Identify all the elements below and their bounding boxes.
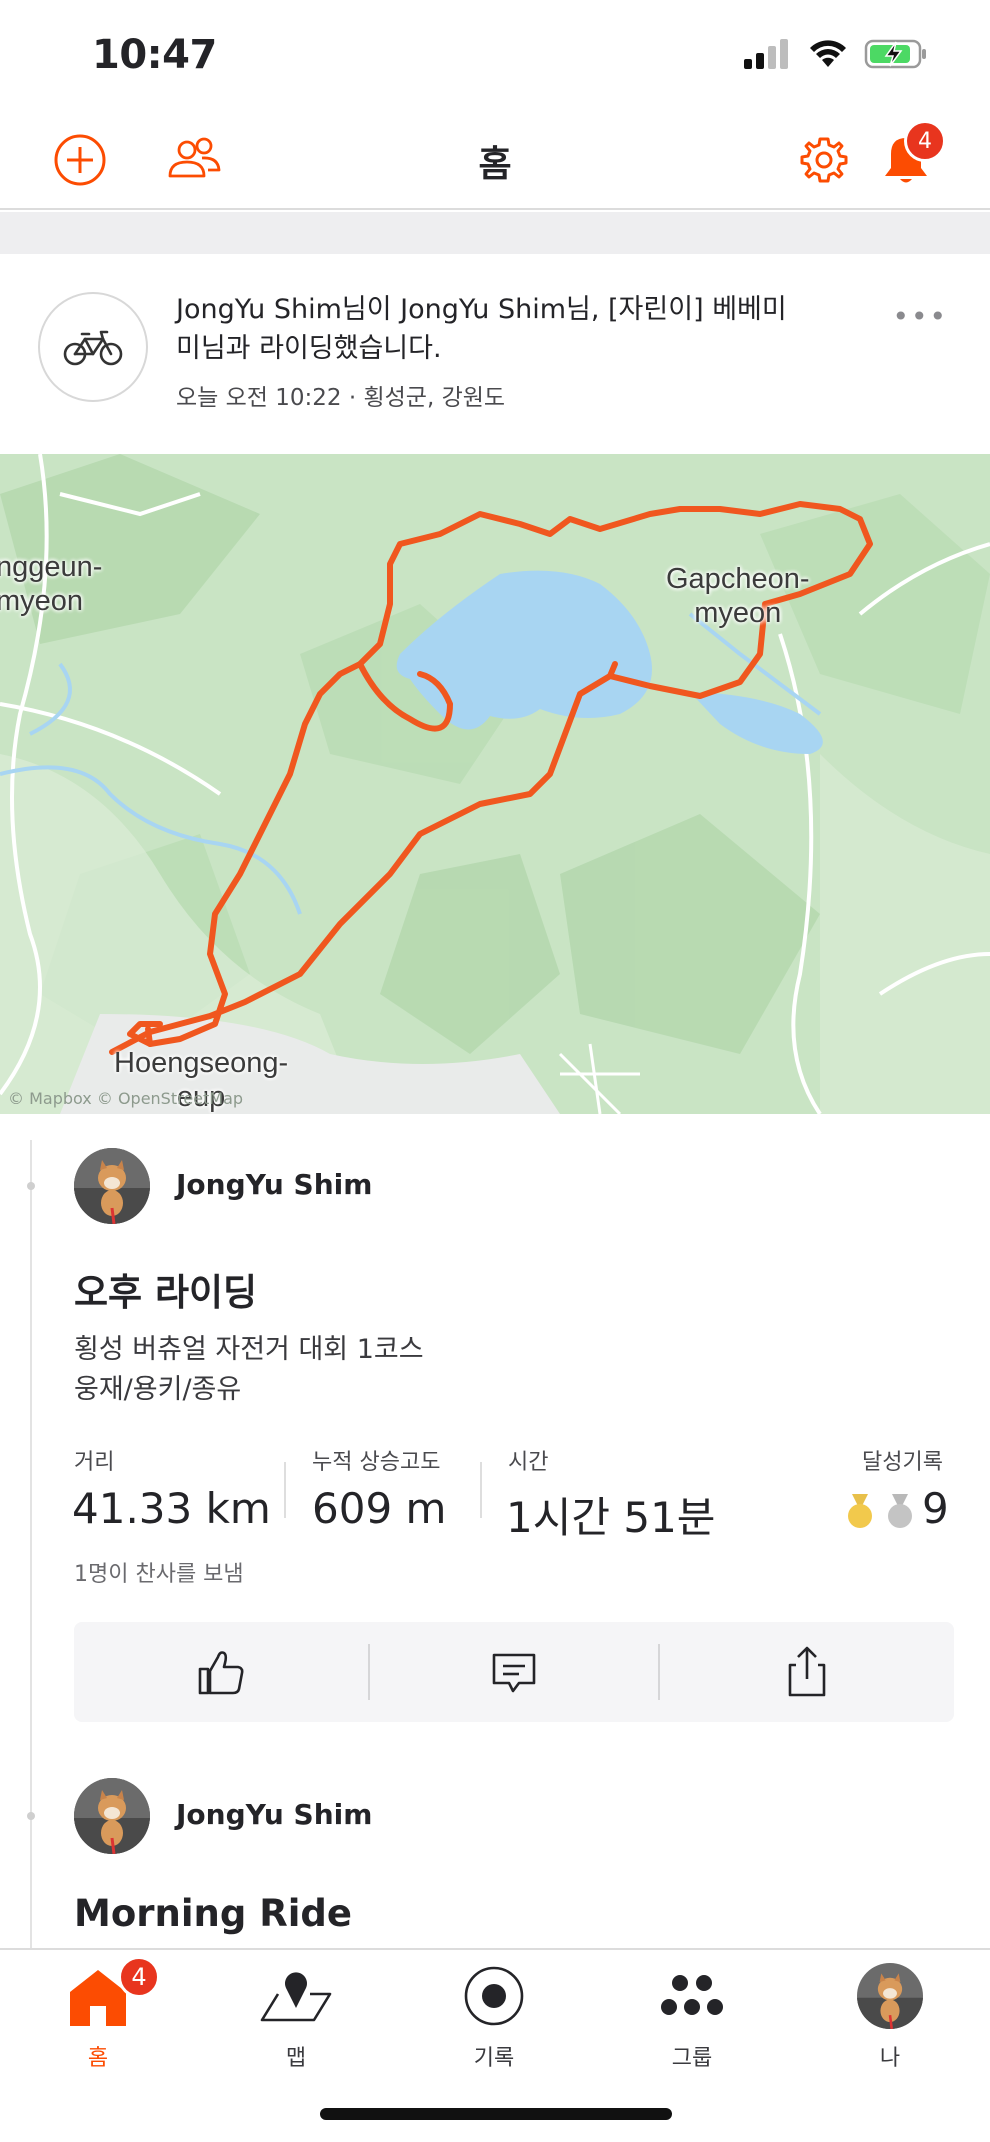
feed-separator: [0, 212, 990, 254]
elevation-value: 609 m: [312, 1484, 447, 1533]
activity-timeline: [30, 1140, 32, 1950]
achievements-label: 달성기록: [862, 1450, 943, 1475]
thumbs-up-icon: [198, 1651, 244, 1695]
notifications-button[interactable]: 4: [878, 120, 946, 188]
tab-record-icon-wrap: [463, 1956, 525, 2036]
group-activity-header[interactable]: JongYu Shim님이 JongYu Shim님, [자린이] 베베미미님과…: [0, 254, 990, 454]
activity-date-location: 오늘 오전 10:22 · 횡성군, 강원도: [176, 385, 506, 411]
kudos-button[interactable]: [74, 1622, 368, 1722]
wifi-icon: [810, 40, 846, 67]
activity-route-map[interactable]: nggeun- myeon Gapcheon- myeon Hoengseong…: [0, 454, 990, 1114]
achievement-medals: [846, 1494, 914, 1530]
status-bar: 10:47: [0, 0, 990, 110]
activity-title[interactable]: Morning Ride: [74, 1892, 352, 1935]
more-options-button[interactable]: •••: [892, 300, 948, 333]
tab-maps-label: 맵: [285, 2046, 307, 2071]
kudos-summary[interactable]: 1명이 찬사를 보냄: [74, 1556, 244, 1588]
battery-charging-icon: [864, 39, 926, 69]
activity-action-bar: [74, 1622, 954, 1722]
home-indicator[interactable]: [320, 2108, 672, 2120]
tab-you-icon-wrap: [857, 1956, 923, 2036]
group-ride-description: JongYu Shim님이 JongYu Shim님, [자린이] 베베미미님과…: [176, 294, 787, 364]
tab-maps-icon-wrap: [258, 1956, 334, 2036]
timeline-dot: [27, 1812, 35, 1820]
bottom-tab-bar: 4 홈 맵 기록 그룹 나: [0, 1948, 990, 2142]
profile-avatar-icon: [857, 1963, 923, 2029]
athlete-avatar[interactable]: [74, 1148, 150, 1224]
tab-home-icon-wrap: 4: [66, 1956, 160, 2036]
athlete-name[interactable]: JongYu Shim: [176, 1798, 372, 1831]
tab-you-label: 나: [879, 2046, 901, 2071]
share-button[interactable]: [660, 1622, 954, 1722]
tab-record[interactable]: 기록: [424, 1956, 564, 2076]
map-canvas: [0, 454, 990, 1114]
tab-maps[interactable]: 맵: [226, 1956, 366, 2076]
time-label: 시간: [508, 1450, 549, 1475]
comment-button[interactable]: [370, 1622, 658, 1722]
tab-groups[interactable]: 그룹: [622, 1956, 762, 2076]
activity-description-line1: 횡성 버츄얼 자전거 대회 1코스: [74, 1334, 424, 1365]
comment-icon: [492, 1653, 536, 1693]
distance-value: 41.33 km: [72, 1484, 271, 1533]
stat-divider: [284, 1462, 286, 1518]
tab-home[interactable]: 4 홈: [28, 1956, 168, 2076]
groups-icon: [661, 1975, 723, 2015]
activity-description: 횡성 버츄얼 자전거 대회 1코스 웅재/용키/종유: [74, 1330, 424, 1410]
activity-title[interactable]: 오후 라이딩: [74, 1262, 257, 1316]
group-ride-avatar: [38, 292, 148, 402]
tab-record-label: 기록: [473, 2046, 515, 2071]
bicycle-icon: [63, 330, 123, 366]
achievements-value: 9: [922, 1484, 949, 1533]
map-pin-icon: [260, 1972, 332, 2022]
share-icon: [788, 1646, 826, 1697]
gear-icon: [800, 137, 848, 183]
home-badge: 4: [118, 1956, 160, 1998]
tab-home-label: 홈: [87, 2046, 109, 2071]
distance-label: 거리: [74, 1450, 115, 1475]
map-label-west-line2: myeon: [0, 585, 84, 617]
map-label-east: Gapcheon- myeon: [666, 562, 810, 630]
status-time: 10:47: [92, 32, 217, 78]
dog-avatar-icon: [74, 1778, 150, 1854]
time-value: 1시간 51분: [506, 1493, 716, 1542]
status-icons: [744, 38, 928, 70]
record-icon: [464, 1966, 524, 2026]
tab-groups-label: 그룹: [671, 2046, 713, 2071]
map-label-west: nggeun- myeon: [0, 550, 102, 618]
tab-you[interactable]: 나: [820, 1956, 960, 2076]
gold-medal-icon: [848, 1494, 872, 1528]
map-label-west-line1: nggeun-: [0, 551, 103, 583]
settings-button[interactable]: [796, 132, 852, 188]
cellular-signal-icon: [744, 39, 788, 69]
silver-medal-icon: [888, 1494, 912, 1528]
dog-avatar-icon: [74, 1148, 150, 1224]
map-label-south-line1: Hoengseong-: [114, 1047, 289, 1079]
athlete-name[interactable]: JongYu Shim: [176, 1168, 372, 1201]
tab-groups-icon-wrap: [659, 1956, 725, 2036]
athlete-avatar[interactable]: [74, 1778, 150, 1854]
timeline-dot: [27, 1182, 35, 1190]
notification-badge: 4: [904, 120, 946, 162]
activity-description-line2: 웅재/용키/종유: [74, 1374, 242, 1405]
map-attribution[interactable]: © Mapbox © OpenStreetMap: [8, 1089, 243, 1108]
map-label-east-line1: Gapcheon-: [666, 563, 810, 595]
map-label-east-line2: myeon: [694, 597, 782, 629]
elevation-label: 누적 상승고도: [312, 1450, 441, 1475]
top-navigation: 홈 4: [0, 110, 990, 210]
stat-divider: [480, 1462, 482, 1518]
